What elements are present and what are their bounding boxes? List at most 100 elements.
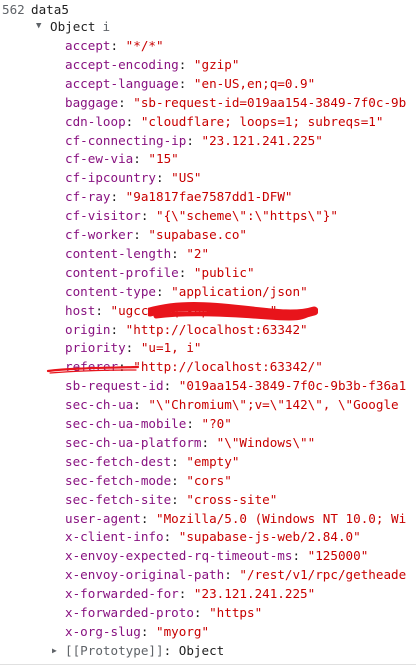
property-value: "empty": [186, 453, 240, 469]
property-value: "15": [148, 151, 179, 167]
property-entry: user-agent: "Mozilla/5.0 (Windows NT 10.…: [65, 510, 407, 526]
property-value: "cloudflare; loops=1; subreqs=1": [140, 113, 384, 129]
property-entry: accept-language: "en-US,en;q=0.9": [65, 75, 316, 91]
property-key: x-envoy-original-path: [65, 567, 225, 583]
property-value: "US": [171, 170, 202, 186]
property-value: "Mozilla/5.0 (Windows NT 10.0; Wi: [156, 510, 407, 526]
property-key: user-agent: [65, 510, 141, 526]
property-entry: x-envoy-original-path: "/rest/v1/rpc/get…: [65, 567, 407, 583]
property-entry: cf-worker: "supabase.co": [65, 227, 247, 242]
property-value: "myorg": [156, 623, 210, 639]
property-entry: host: "ugcc pbq.supabase.co": [65, 302, 278, 318]
property-key: cf-worker: [65, 227, 134, 242]
property-key: cf-connecting-ip: [65, 132, 187, 148]
info-icon[interactable]: i: [103, 17, 111, 36]
property-key: sb-request-id: [65, 378, 164, 394]
property-key: content-length: [65, 245, 172, 261]
property-entry: cdn-loop: "cloudflare; loops=1; subreqs=…: [65, 113, 384, 129]
property-entry: x-client-info: "supabase-js-web/2.84.0": [65, 529, 361, 545]
property-entry: sec-fetch-mode: "cors": [65, 472, 232, 488]
property-value: "\"Chromium\";v=\"142\", \"Google: [148, 397, 399, 413]
property-key: sec-fetch-dest: [65, 453, 172, 469]
property-entry: sec-fetch-site: "cross-site": [65, 491, 278, 507]
property-key: cf-ew-via: [65, 151, 134, 167]
property-value: "supabase-js-web/2.84.0": [178, 529, 361, 545]
console-divider: [0, 664, 416, 665]
property-value: "https": [209, 605, 263, 620]
property-value: "en-US,en;q=0.9": [193, 75, 316, 91]
property-entry: sec-ch-ua: "\"Chromium\";v=\"142\", \"Go…: [65, 397, 399, 413]
property-entry: accept-encoding: "gzip": [65, 56, 240, 72]
property-value: "019aa154-3849-7f0c-9b3b-f36a1: [178, 378, 407, 394]
property-key: sec-ch-ua-mobile: [65, 416, 187, 431]
property-value: "cors": [186, 472, 232, 488]
property-entry: x-forwarded-for: "23.121.241.225": [65, 586, 316, 602]
property-key: content-type: [65, 283, 156, 299]
line-number: 562: [2, 2, 25, 17]
property-key: x-envoy-expected-rq-timeout-ms: [65, 548, 293, 564]
property-key: sec-ch-ua-platform: [65, 434, 202, 450]
property-entry: cf-ray: "9a1817fae7587dd1-DFW": [65, 189, 293, 205]
property-entry: content-type: "application/json": [65, 283, 308, 299]
property-value: "cross-site": [186, 491, 278, 507]
property-value: "*/*": [125, 38, 164, 53]
property-entry: content-profile: "public": [65, 264, 255, 280]
property-key: x-forwarded-proto: [65, 605, 194, 620]
property-entry: x-forwarded-proto: "https": [65, 605, 263, 620]
property-entry: x-envoy-expected-rq-timeout-ms: "125000": [65, 548, 369, 564]
property-value: "2": [186, 245, 210, 261]
property-entry: cf-ew-via: "15": [65, 151, 179, 167]
property-key: origin: [65, 321, 111, 337]
property-key: cf-ipcountry: [65, 170, 156, 186]
property-entry: referer: "http://localhost:63342/": [65, 359, 323, 375]
property-key: cf-visitor: [65, 208, 141, 224]
property-value: "http://localhost:63342": [125, 321, 308, 337]
property-entry: cf-ipcountry: "US": [65, 170, 202, 186]
property-key: content-profile: [65, 264, 179, 280]
property-entry: sec-ch-ua-mobile: "?0": [65, 416, 232, 431]
property-entry: accept: "*/*": [65, 38, 164, 53]
property-key: priority: [65, 340, 126, 356]
property-value: "supabase.co": [148, 227, 247, 242]
property-key: sec-fetch-site: [65, 491, 172, 507]
property-entry: origin: "http://localhost:63342": [65, 321, 308, 337]
property-key: x-forwarded-for: [65, 586, 179, 602]
property-entry: priority: "u=1, i": [65, 340, 202, 356]
prototype-entry: [[Prototype]]: Object: [65, 642, 225, 658]
property-entry: x-org-slug: "myorg": [65, 623, 210, 639]
property-key: x-org-slug: [65, 623, 141, 639]
property-key: sec-fetch-mode: [65, 472, 172, 488]
property-value: "ugcc pbq.supabase.co": [110, 302, 278, 318]
object-label: Object i: [50, 17, 110, 36]
property-key: cdn-loop: [65, 113, 126, 129]
property-entry: baggage: "sb-request-id=019aa154-3849-7f…: [65, 94, 407, 110]
property-value: "http://localhost:63342/": [133, 359, 323, 375]
property-key: accept-encoding: [65, 56, 179, 72]
object-type-name: Object: [50, 19, 96, 34]
property-value: "\"Windows\"": [216, 434, 316, 450]
property-value: "{\"scheme\":\"https\"}": [156, 208, 338, 224]
property-key: cf-ray: [65, 189, 111, 205]
property-value: "?0": [201, 416, 232, 431]
property-entry: cf-connecting-ip: "23.121.241.225": [65, 132, 323, 148]
property-value: "gzip": [193, 56, 240, 72]
prototype-label: [[Prototype]]: [65, 642, 164, 658]
property-value: "125000": [307, 548, 369, 564]
property-key: x-client-info: [65, 529, 164, 545]
property-value: "application/json": [171, 283, 308, 299]
property-entry: content-length: "2": [65, 245, 210, 261]
property-value: "public": [193, 264, 255, 280]
property-key: host: [65, 302, 96, 318]
property-key: sec-ch-ua: [65, 397, 134, 413]
property-key: accept-language: [65, 75, 179, 91]
collapsed-triangle-icon[interactable]: ▶: [52, 641, 64, 660]
property-key: referer: [65, 359, 119, 375]
property-value: "9a1817fae7587dd1-DFW": [125, 189, 293, 205]
devtools-console-output: 562 data5 ▼ Object i accept: "*/*" accept-…: [0, 0, 416, 668]
expand-triangle-icon[interactable]: ▼: [36, 17, 50, 36]
property-value: "u=1, i": [140, 340, 202, 356]
prototype-value: Object: [178, 642, 225, 658]
property-key: accept: [65, 38, 111, 53]
property-value: "23.121.241.225": [201, 132, 323, 148]
property-value: "sb-request-id=019aa154-3849-7f0c-9b: [133, 94, 407, 110]
